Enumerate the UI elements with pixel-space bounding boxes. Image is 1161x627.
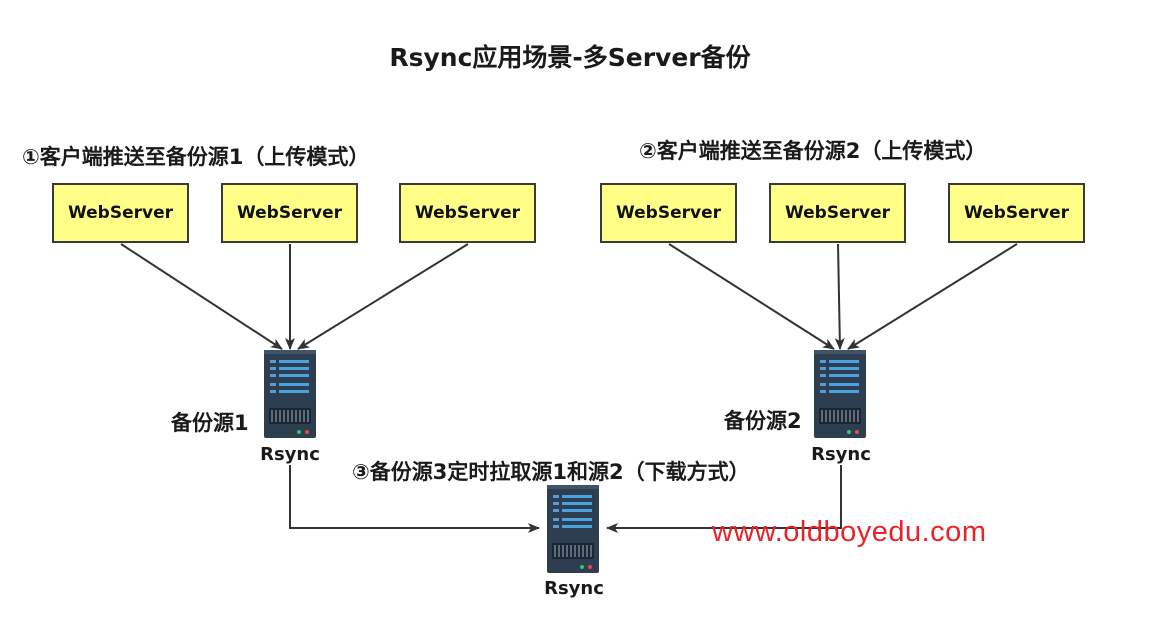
- webserver-box: WebServer: [221, 183, 358, 243]
- backup1-label: 备份源1: [171, 411, 249, 435]
- arrow-web4-to-backup2: [668, 243, 835, 350]
- webserver-box: WebServer: [399, 183, 536, 243]
- webserver-box: WebServer: [600, 183, 737, 243]
- diagram-title: Rsync应用场景-多Server备份: [389, 43, 751, 72]
- arrow-web3-to-backup1: [297, 243, 469, 350]
- server3-caption: Rsync: [544, 578, 604, 599]
- server1-caption: Rsync: [260, 444, 320, 465]
- connector-layer: [120, 243, 1018, 573]
- section-label-pull-to-backup3: ③备份源3定时拉取源1和源2（下载方式）: [352, 460, 750, 484]
- server2-caption: Rsync: [811, 444, 871, 465]
- section-label-push-to-backup1: ①客户端推送至备份源1（上传模式）: [22, 145, 370, 169]
- webserver-box: WebServer: [948, 183, 1085, 243]
- server-rack-icon: [264, 350, 316, 438]
- server-rack-icon: [547, 485, 599, 573]
- section-label-push-to-backup2: ②客户端推送至备份源2（上传模式）: [639, 139, 987, 163]
- backup2-label: 备份源2: [724, 409, 802, 433]
- arrow-web6-to-backup2: [847, 243, 1018, 350]
- arrow-web1-to-backup1: [120, 243, 283, 350]
- server-rack-icon: [814, 350, 866, 438]
- webserver-box: WebServer: [769, 183, 906, 243]
- arrow-web5-to-backup2: [834, 243, 845, 350]
- watermark-url: www.oldboyedu.com: [712, 516, 987, 548]
- webserver-box: WebServer: [52, 183, 189, 243]
- diagram-canvas: Rsync应用场景-多Server备份 ①客户端推送至备份源1（上传模式） ②客…: [0, 0, 1161, 627]
